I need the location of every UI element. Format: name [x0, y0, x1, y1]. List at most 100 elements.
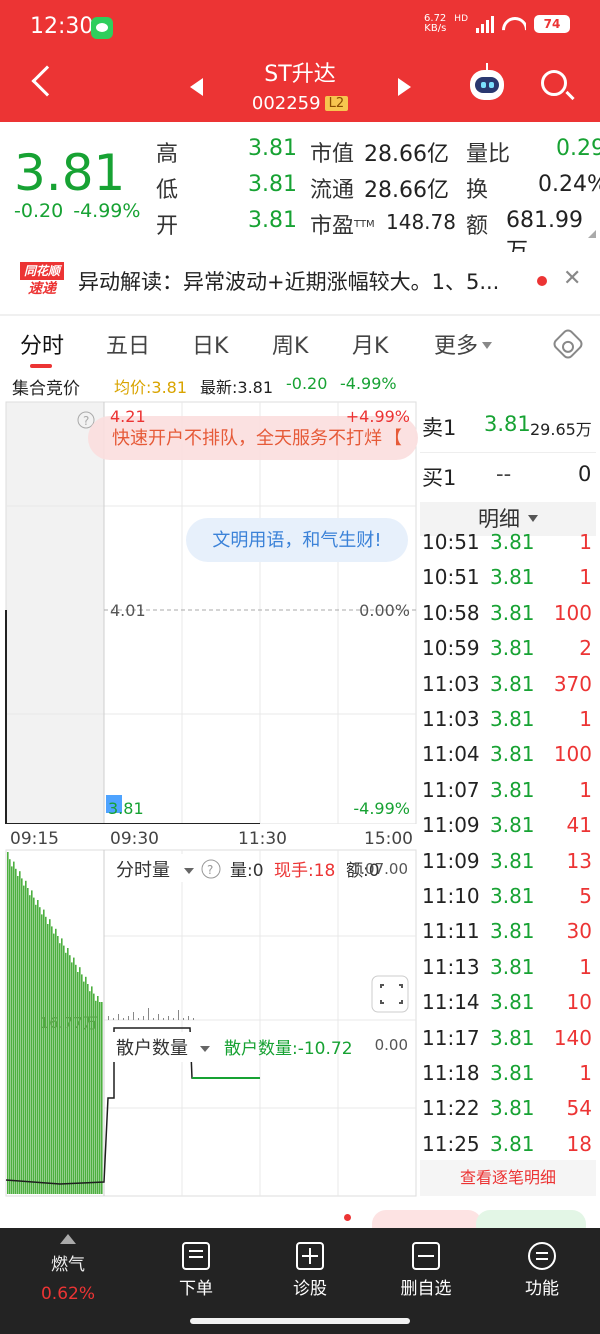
news-text[interactable]: 异动解读：异常波动+近期涨幅较大。1、5...	[78, 266, 528, 296]
auction-label: 集合竞价	[12, 379, 80, 399]
auction-volume-bar	[31, 890, 33, 1194]
remove-watchlist-label: 删自选	[400, 1279, 452, 1299]
tick-time: 11:11	[422, 919, 480, 944]
tick-volume: 41	[566, 813, 592, 838]
fullscreen-icon[interactable]	[371, 975, 409, 1013]
news-ticker[interactable]: 同花顺 速递 异动解读：异常波动+近期涨幅较大。1、5...	[0, 252, 600, 310]
wifi-icon	[502, 15, 526, 33]
expand-corner-icon[interactable]	[588, 230, 596, 238]
tick-price: 3.81	[490, 813, 535, 838]
open-label: 开	[156, 214, 179, 239]
sector-pct: 0.62%	[40, 1284, 95, 1304]
tick-row: 11:11 3.81 30	[422, 919, 592, 949]
tab-five-day[interactable]: 五日	[106, 328, 150, 360]
tab-weekly-k[interactable]: 周K	[272, 328, 308, 360]
search-icon[interactable]	[541, 70, 567, 96]
robot-assistant-icon[interactable]	[470, 63, 504, 100]
tick-price: 3.81	[490, 1025, 535, 1050]
amount-label: 额	[466, 214, 489, 239]
chart-tabs: 分时 五日 日K 周K 月K 更多	[0, 316, 600, 372]
order-button[interactable]: 下单	[146, 1228, 246, 1308]
auction-volume-bar	[47, 924, 49, 1194]
pe-label: 市盈TTM	[310, 208, 375, 240]
price-bottom-label: 3.81	[108, 799, 144, 818]
turnover-label: 换	[466, 178, 489, 203]
function-button[interactable]: 功能	[492, 1228, 592, 1308]
ad-banner-text[interactable]: 快速开户不排队，全天服务不打烊	[112, 428, 382, 449]
tab-intraday[interactable]: 分时	[20, 328, 64, 360]
tab-more[interactable]: 更多	[434, 328, 493, 360]
auction-volume-bar	[85, 976, 87, 1194]
tick-price: 3.81	[490, 600, 535, 625]
diagnose-label: 诊股	[293, 1279, 327, 1299]
net-speed-unit: KB/s	[424, 23, 447, 34]
next-stock-icon[interactable]	[398, 78, 411, 96]
menu-icon	[528, 1242, 556, 1270]
stock-code: 002259 L2	[200, 93, 400, 114]
tick-row: 10:51 3.81 1	[422, 530, 592, 560]
tick-volume: 2	[579, 636, 592, 661]
tick-row: 10:51 3.81 1	[422, 565, 592, 595]
auction-volume-bar	[35, 904, 37, 1194]
volume-panel-label[interactable]: 分时量	[116, 860, 170, 881]
x-axis-band	[0, 824, 418, 850]
tick-volume-bar	[158, 1014, 159, 1020]
tick-volume-bar	[183, 1018, 184, 1020]
tick-volume: 100	[553, 600, 592, 625]
close-icon[interactable]: ✕	[563, 268, 581, 290]
remove-watchlist-button[interactable]: 删自选	[376, 1228, 476, 1308]
tab-monthly-k[interactable]: 月K	[352, 328, 388, 360]
signal-icon	[476, 15, 494, 33]
tick-row: 11:18 3.81 1	[422, 1061, 592, 1091]
status-time: 12:30	[30, 14, 94, 39]
tick-time: 11:18	[422, 1061, 480, 1085]
auction-volume-bar	[39, 907, 41, 1194]
buy1-volume: 0	[578, 462, 592, 486]
chart-subhead: 集合竞价 均价:3.81 最新:3.81 -0.20 -4.99%	[0, 372, 600, 399]
tab-daily-k[interactable]: 日K	[192, 328, 228, 360]
sector-button[interactable]: 燃气 0.62%	[18, 1228, 118, 1308]
x-tick-label: 09:15	[10, 829, 59, 849]
float-label: 流通	[310, 178, 355, 203]
sector-name: 燃气	[51, 1255, 85, 1275]
news-logo-bottom: 速递	[28, 281, 56, 297]
change-value: -0.20	[14, 200, 64, 222]
tick-row: 11:03 3.81 1	[422, 707, 592, 737]
news-logo-top: 同花顺	[20, 262, 64, 280]
view-tick-detail-link[interactable]: 查看逐笔明细	[420, 1160, 596, 1196]
diagnose-button[interactable]: 诊股	[260, 1228, 360, 1308]
tick-volume-bar	[138, 1018, 139, 1020]
retail-panel-label[interactable]: 散户数量	[116, 1038, 188, 1059]
tick-time: 10:51	[422, 530, 480, 554]
auction-volume-bar	[11, 866, 13, 1194]
chat-tip-text[interactable]: 文明用语，和气生财!	[212, 530, 381, 551]
tick-volume-bar	[108, 1016, 109, 1020]
tick-time: 10:58	[422, 600, 480, 625]
chevron-down-icon	[528, 515, 538, 522]
home-indicator[interactable]	[190, 1318, 410, 1324]
tick-price: 3.81	[490, 1096, 535, 1121]
tick-volume: 100	[553, 742, 592, 767]
auction-volume-bar	[99, 1002, 101, 1194]
tick-volume-bar	[193, 1018, 194, 1020]
buy1-label: 买1	[422, 466, 457, 490]
tick-time: 11:04	[422, 742, 480, 767]
tick-volume: 1	[579, 707, 592, 731]
tick-volume: 1	[579, 565, 592, 590]
volume-grid	[104, 850, 416, 1196]
tick-volume-bar	[133, 1012, 134, 1020]
auction-volume-bar	[69, 955, 71, 1194]
auction-volume-bar	[19, 871, 21, 1194]
tick-price: 3.81	[490, 742, 535, 767]
mcap-label: 市值	[310, 142, 355, 167]
intraday-chart[interactable]: ? 快速开户不排队，全天服务不打烊 【 4.21 +4.99% 4.01 0.0…	[0, 398, 418, 1198]
x-tick-label: 09:30	[110, 829, 159, 849]
volume-top-value: 1.07.00	[351, 860, 408, 878]
retail-right-value: 0.00	[375, 1036, 408, 1054]
stock-code-value: 002259	[251, 93, 321, 114]
back-icon[interactable]	[31, 65, 63, 97]
auction-volume-bar	[49, 919, 51, 1194]
tick-row: 10:59 3.81 2	[422, 636, 592, 666]
auction-volume-bar	[79, 967, 81, 1194]
pct-top-label: +4.99%	[346, 407, 410, 426]
